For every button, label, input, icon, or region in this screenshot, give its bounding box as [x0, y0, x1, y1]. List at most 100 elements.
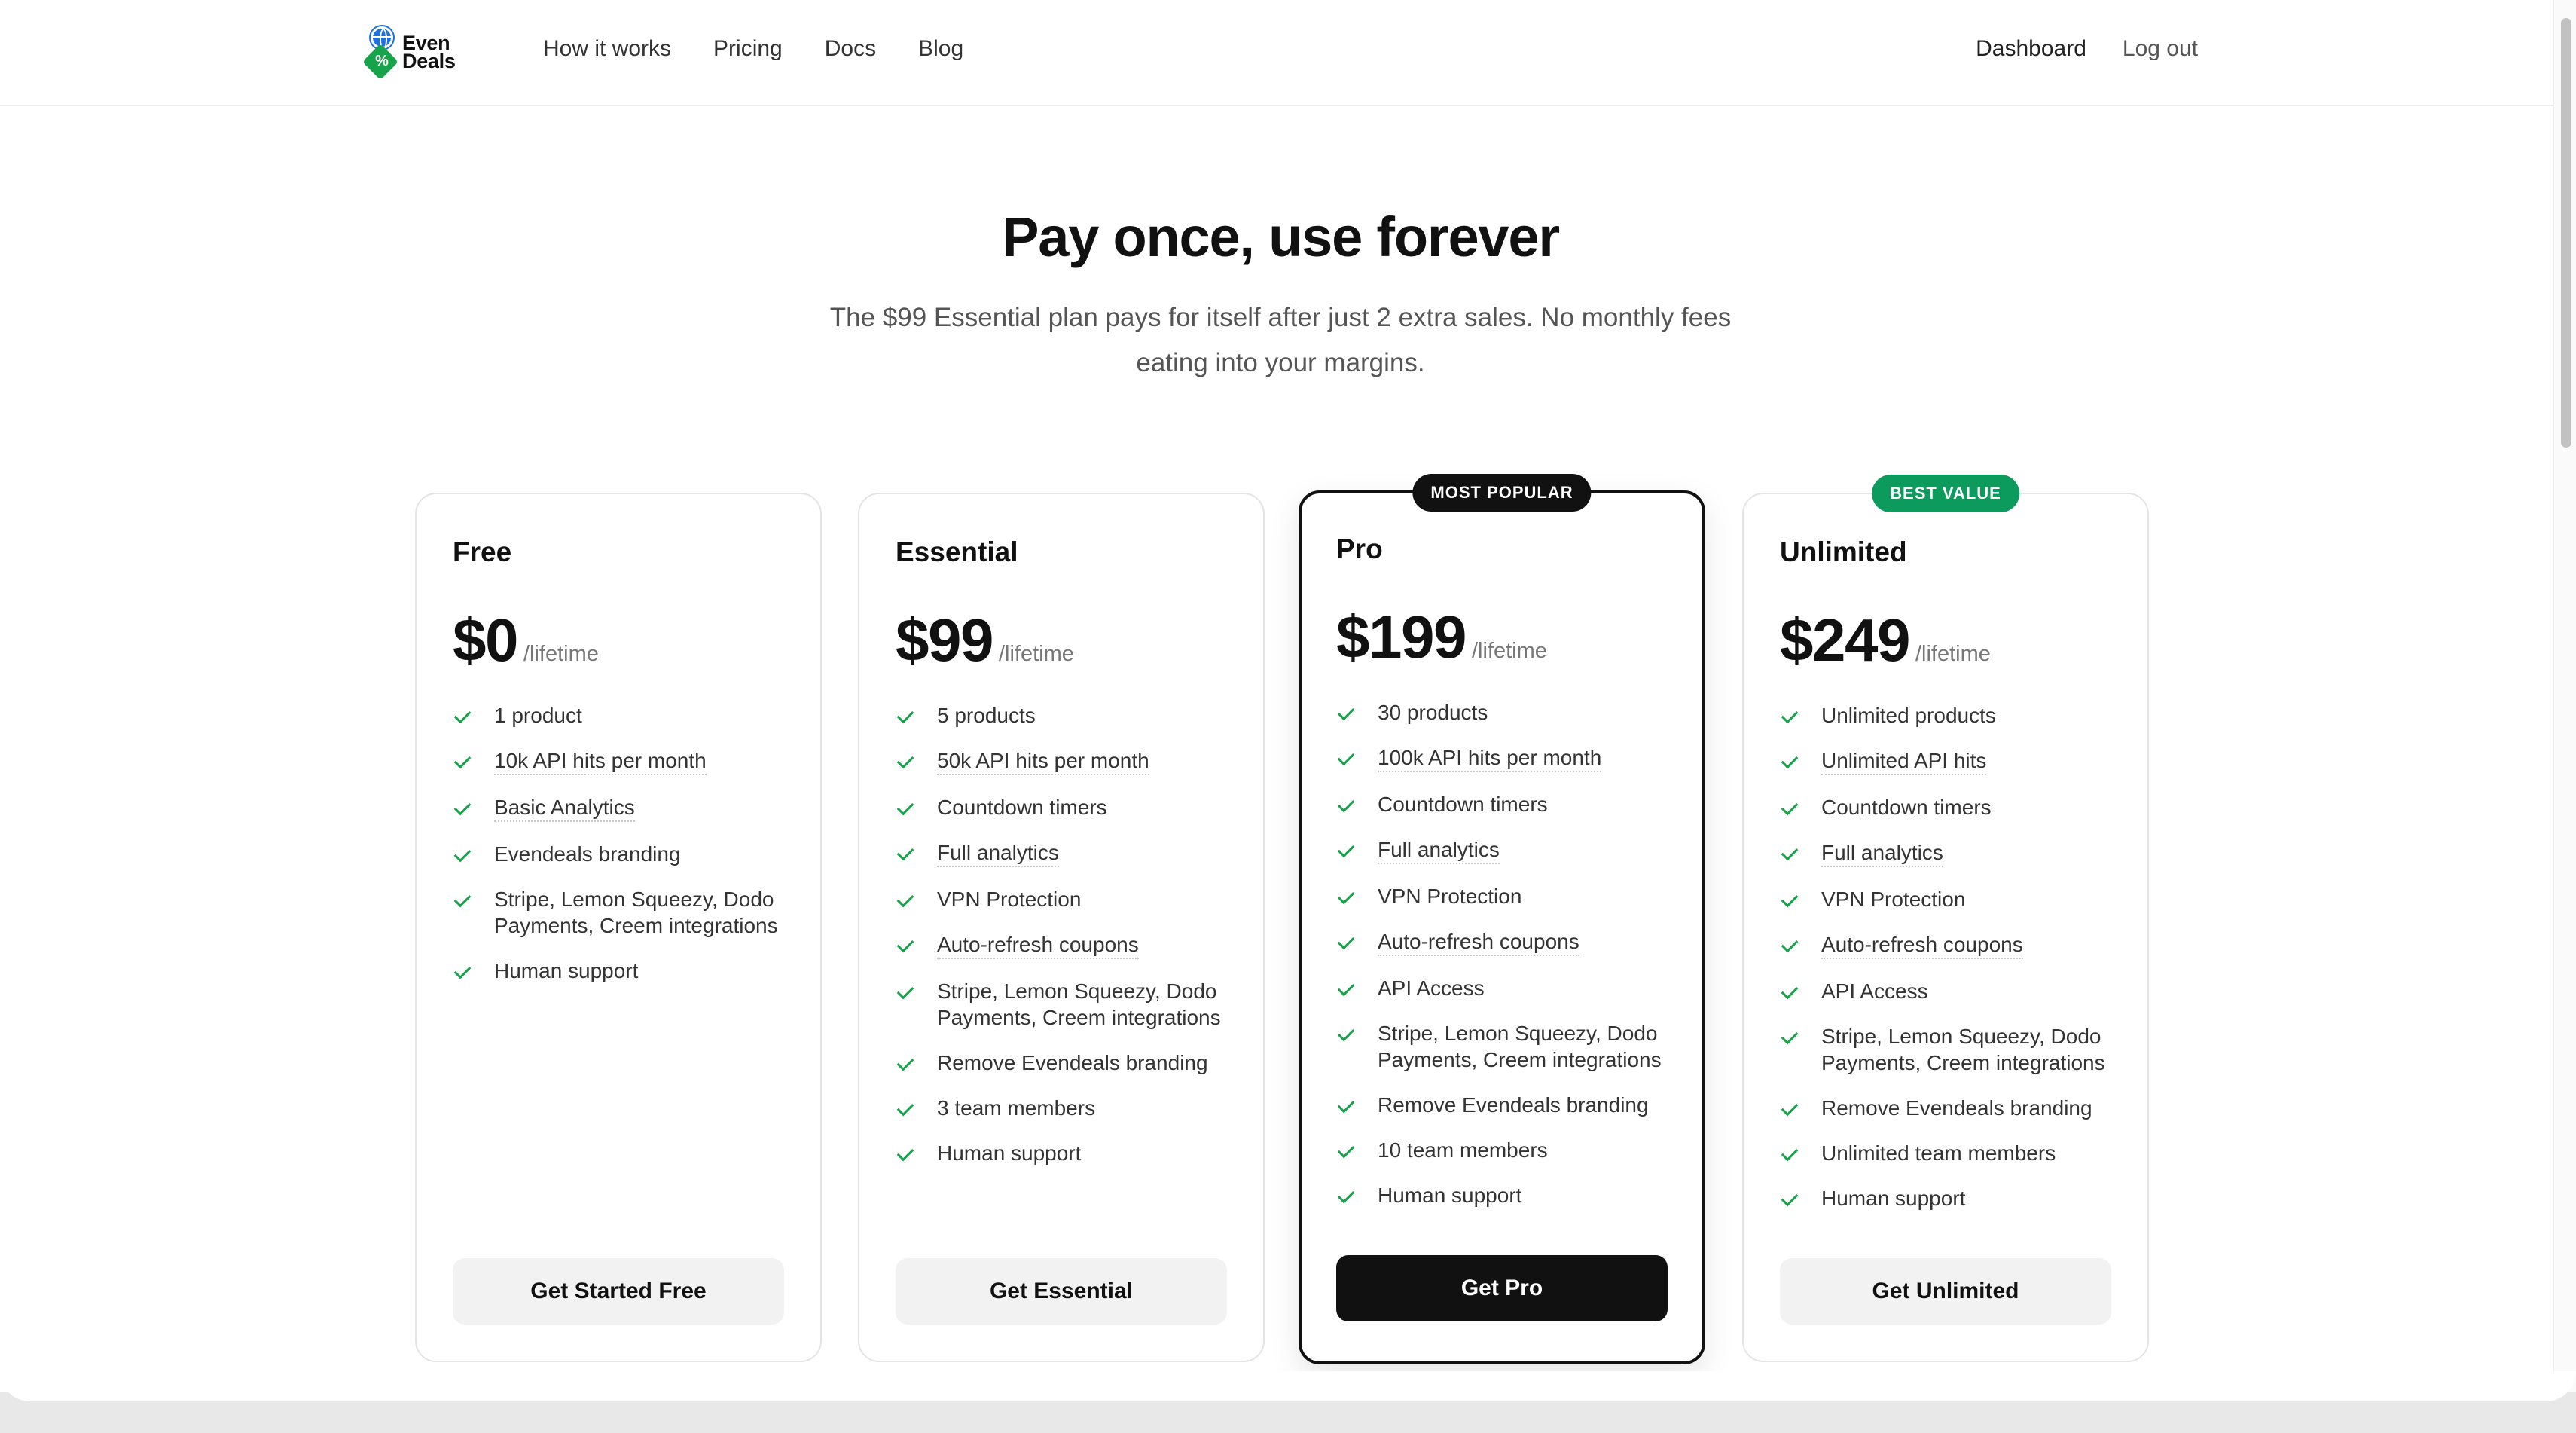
feature-item: 3 team members — [896, 1095, 1242, 1121]
feature-item: Stripe, Lemon Squeezy, Dodo Payments, Cr… — [1336, 1020, 1683, 1073]
feature-tooltip-text[interactable]: 100k API hits per month — [1378, 744, 1602, 772]
get-essential-button[interactable]: Get Essential — [896, 1258, 1227, 1325]
window-bottom-corner — [0, 1371, 2576, 1401]
feature-text: 30 products — [1378, 701, 1488, 724]
plan-name: Pro — [1336, 533, 1383, 564]
evendeals-logo[interactable]: % Even Deals — [362, 26, 456, 81]
feature-item: Full analytics — [896, 839, 1242, 867]
feature-item: 1 product — [453, 702, 799, 729]
get-started-free-button[interactable]: Get Started Free — [453, 1258, 784, 1325]
feature-text: 10 team members — [1378, 1138, 1548, 1162]
feature-item: Stripe, Lemon Squeezy, Dodo Payments, Cr… — [896, 978, 1242, 1031]
nav-link-docs[interactable]: Docs — [825, 36, 876, 62]
feature-list: Unlimited products Unlimited API hits Co… — [1780, 702, 2126, 1230]
price-amount: $249 — [1780, 607, 1910, 674]
feature-item: Full analytics — [1780, 839, 2126, 867]
price-period: /lifetime — [523, 642, 599, 666]
check-icon — [896, 931, 917, 958]
feature-tooltip-text[interactable]: Auto-refresh coupons — [937, 931, 1139, 959]
feature-tooltip-text[interactable]: Full analytics — [1821, 839, 1943, 867]
feature-item: Stripe, Lemon Squeezy, Dodo Payments, Cr… — [1780, 1023, 2126, 1076]
feature-text: Remove Evendeals branding — [937, 1051, 1208, 1074]
nav-link-pricing[interactable]: Pricing — [713, 36, 783, 62]
check-icon — [896, 747, 917, 774]
nav-account: Dashboard Log out — [1976, 36, 2198, 62]
check-icon — [1780, 1140, 1801, 1166]
feature-item: Auto-refresh coupons — [1780, 931, 2126, 959]
check-icon — [1336, 1020, 1357, 1046]
plan-price: $249 /lifetime — [1780, 606, 1991, 675]
feature-item: Basic Analytics — [453, 794, 799, 822]
logout-link[interactable]: Log out — [2123, 36, 2198, 62]
feature-text: Unlimited products — [1821, 704, 1996, 727]
feature-item: Auto-refresh coupons — [896, 931, 1242, 959]
dashboard-link[interactable]: Dashboard — [1976, 36, 2086, 62]
feature-text: 1 product — [494, 704, 582, 727]
plan-card-free: Free $0 /lifetime 1 product 10k API hits… — [415, 493, 822, 1362]
page-title: Pay once, use forever — [1002, 206, 1560, 268]
feature-tooltip-text[interactable]: Full analytics — [1378, 836, 1500, 864]
feature-text: API Access — [1821, 979, 1928, 1003]
percent-icon: % — [375, 53, 389, 69]
check-icon — [453, 886, 474, 912]
check-icon — [1780, 839, 1801, 866]
feature-text: Stripe, Lemon Squeezy, Dodo Payments, Cr… — [1378, 1022, 1662, 1071]
feature-text: Stripe, Lemon Squeezy, Dodo Payments, Cr… — [1821, 1025, 2105, 1074]
check-icon — [1336, 1182, 1357, 1208]
feature-item: 10k API hits per month — [453, 747, 799, 775]
feature-tooltip-text[interactable]: 50k API hits per month — [937, 747, 1149, 775]
check-icon — [896, 1050, 917, 1076]
price-amount: $199 — [1336, 603, 1467, 671]
feature-item: Human support — [453, 958, 799, 984]
feature-text: Countdown timers — [1821, 796, 1992, 819]
feature-text: Human support — [1378, 1184, 1522, 1207]
feature-tooltip-text[interactable]: 10k API hits per month — [494, 747, 707, 775]
feature-item: Unlimited team members — [1780, 1140, 2126, 1166]
feature-text: Remove Evendeals branding — [1821, 1096, 2092, 1120]
check-icon — [453, 747, 474, 774]
check-icon — [1336, 1137, 1357, 1163]
feature-list: 30 products 100k API hits per month Coun… — [1336, 699, 1683, 1227]
check-icon — [1336, 744, 1357, 771]
check-icon — [1336, 791, 1357, 817]
feature-text: VPN Protection — [1378, 885, 1522, 908]
feature-tooltip-text[interactable]: Auto-refresh coupons — [1821, 931, 2023, 959]
nav-link-how-it-works[interactable]: How it works — [543, 36, 671, 62]
get-pro-button[interactable]: Get Pro — [1336, 1255, 1668, 1321]
vertical-scrollbar[interactable] — [2553, 0, 2576, 1433]
check-icon — [896, 1095, 917, 1121]
feature-item: VPN Protection — [896, 886, 1242, 912]
check-icon — [453, 702, 474, 729]
get-unlimited-button[interactable]: Get Unlimited — [1780, 1258, 2111, 1325]
scrollbar-thumb[interactable] — [2561, 18, 2571, 448]
nav-link-blog[interactable]: Blog — [918, 36, 963, 62]
check-icon — [1780, 794, 1801, 820]
feature-item: Remove Evendeals branding — [896, 1050, 1242, 1076]
check-icon — [1780, 1185, 1801, 1211]
price-amount: $99 — [896, 607, 993, 674]
check-icon — [1780, 702, 1801, 729]
check-icon — [896, 1140, 917, 1166]
feature-tooltip-text[interactable]: Auto-refresh coupons — [1378, 928, 1579, 956]
plan-name: Unlimited — [1780, 536, 1907, 567]
feature-item: Unlimited products — [1780, 702, 2126, 729]
plan-name: Essential — [896, 536, 1018, 567]
check-icon — [1336, 1092, 1357, 1118]
feature-text: Human support — [494, 959, 639, 982]
feature-text: Unlimited team members — [1821, 1141, 2056, 1165]
page-subtitle: The $99 Essential plan pays for itself a… — [829, 303, 1732, 377]
check-icon — [1780, 978, 1801, 1004]
plan-card-pro: MOST POPULAR Pro $199 /lifetime 30 produ… — [1299, 474, 1705, 1364]
feature-item: Countdown timers — [1780, 794, 2126, 820]
feature-tooltip-text[interactable]: Unlimited API hits — [1821, 747, 1987, 775]
feature-text: Stripe, Lemon Squeezy, Dodo Payments, Cr… — [937, 979, 1221, 1029]
check-icon — [1780, 886, 1801, 912]
feature-tooltip-text[interactable]: Full analytics — [937, 839, 1059, 867]
logo-text: Even Deals — [402, 33, 456, 72]
feature-tooltip-text[interactable]: Basic Analytics — [494, 794, 635, 822]
check-icon — [1336, 975, 1357, 1001]
feature-item: 100k API hits per month — [1336, 744, 1683, 772]
logo-line-2: Deals — [402, 50, 456, 72]
feature-text: 3 team members — [937, 1096, 1096, 1120]
feature-item: Remove Evendeals branding — [1336, 1092, 1683, 1118]
